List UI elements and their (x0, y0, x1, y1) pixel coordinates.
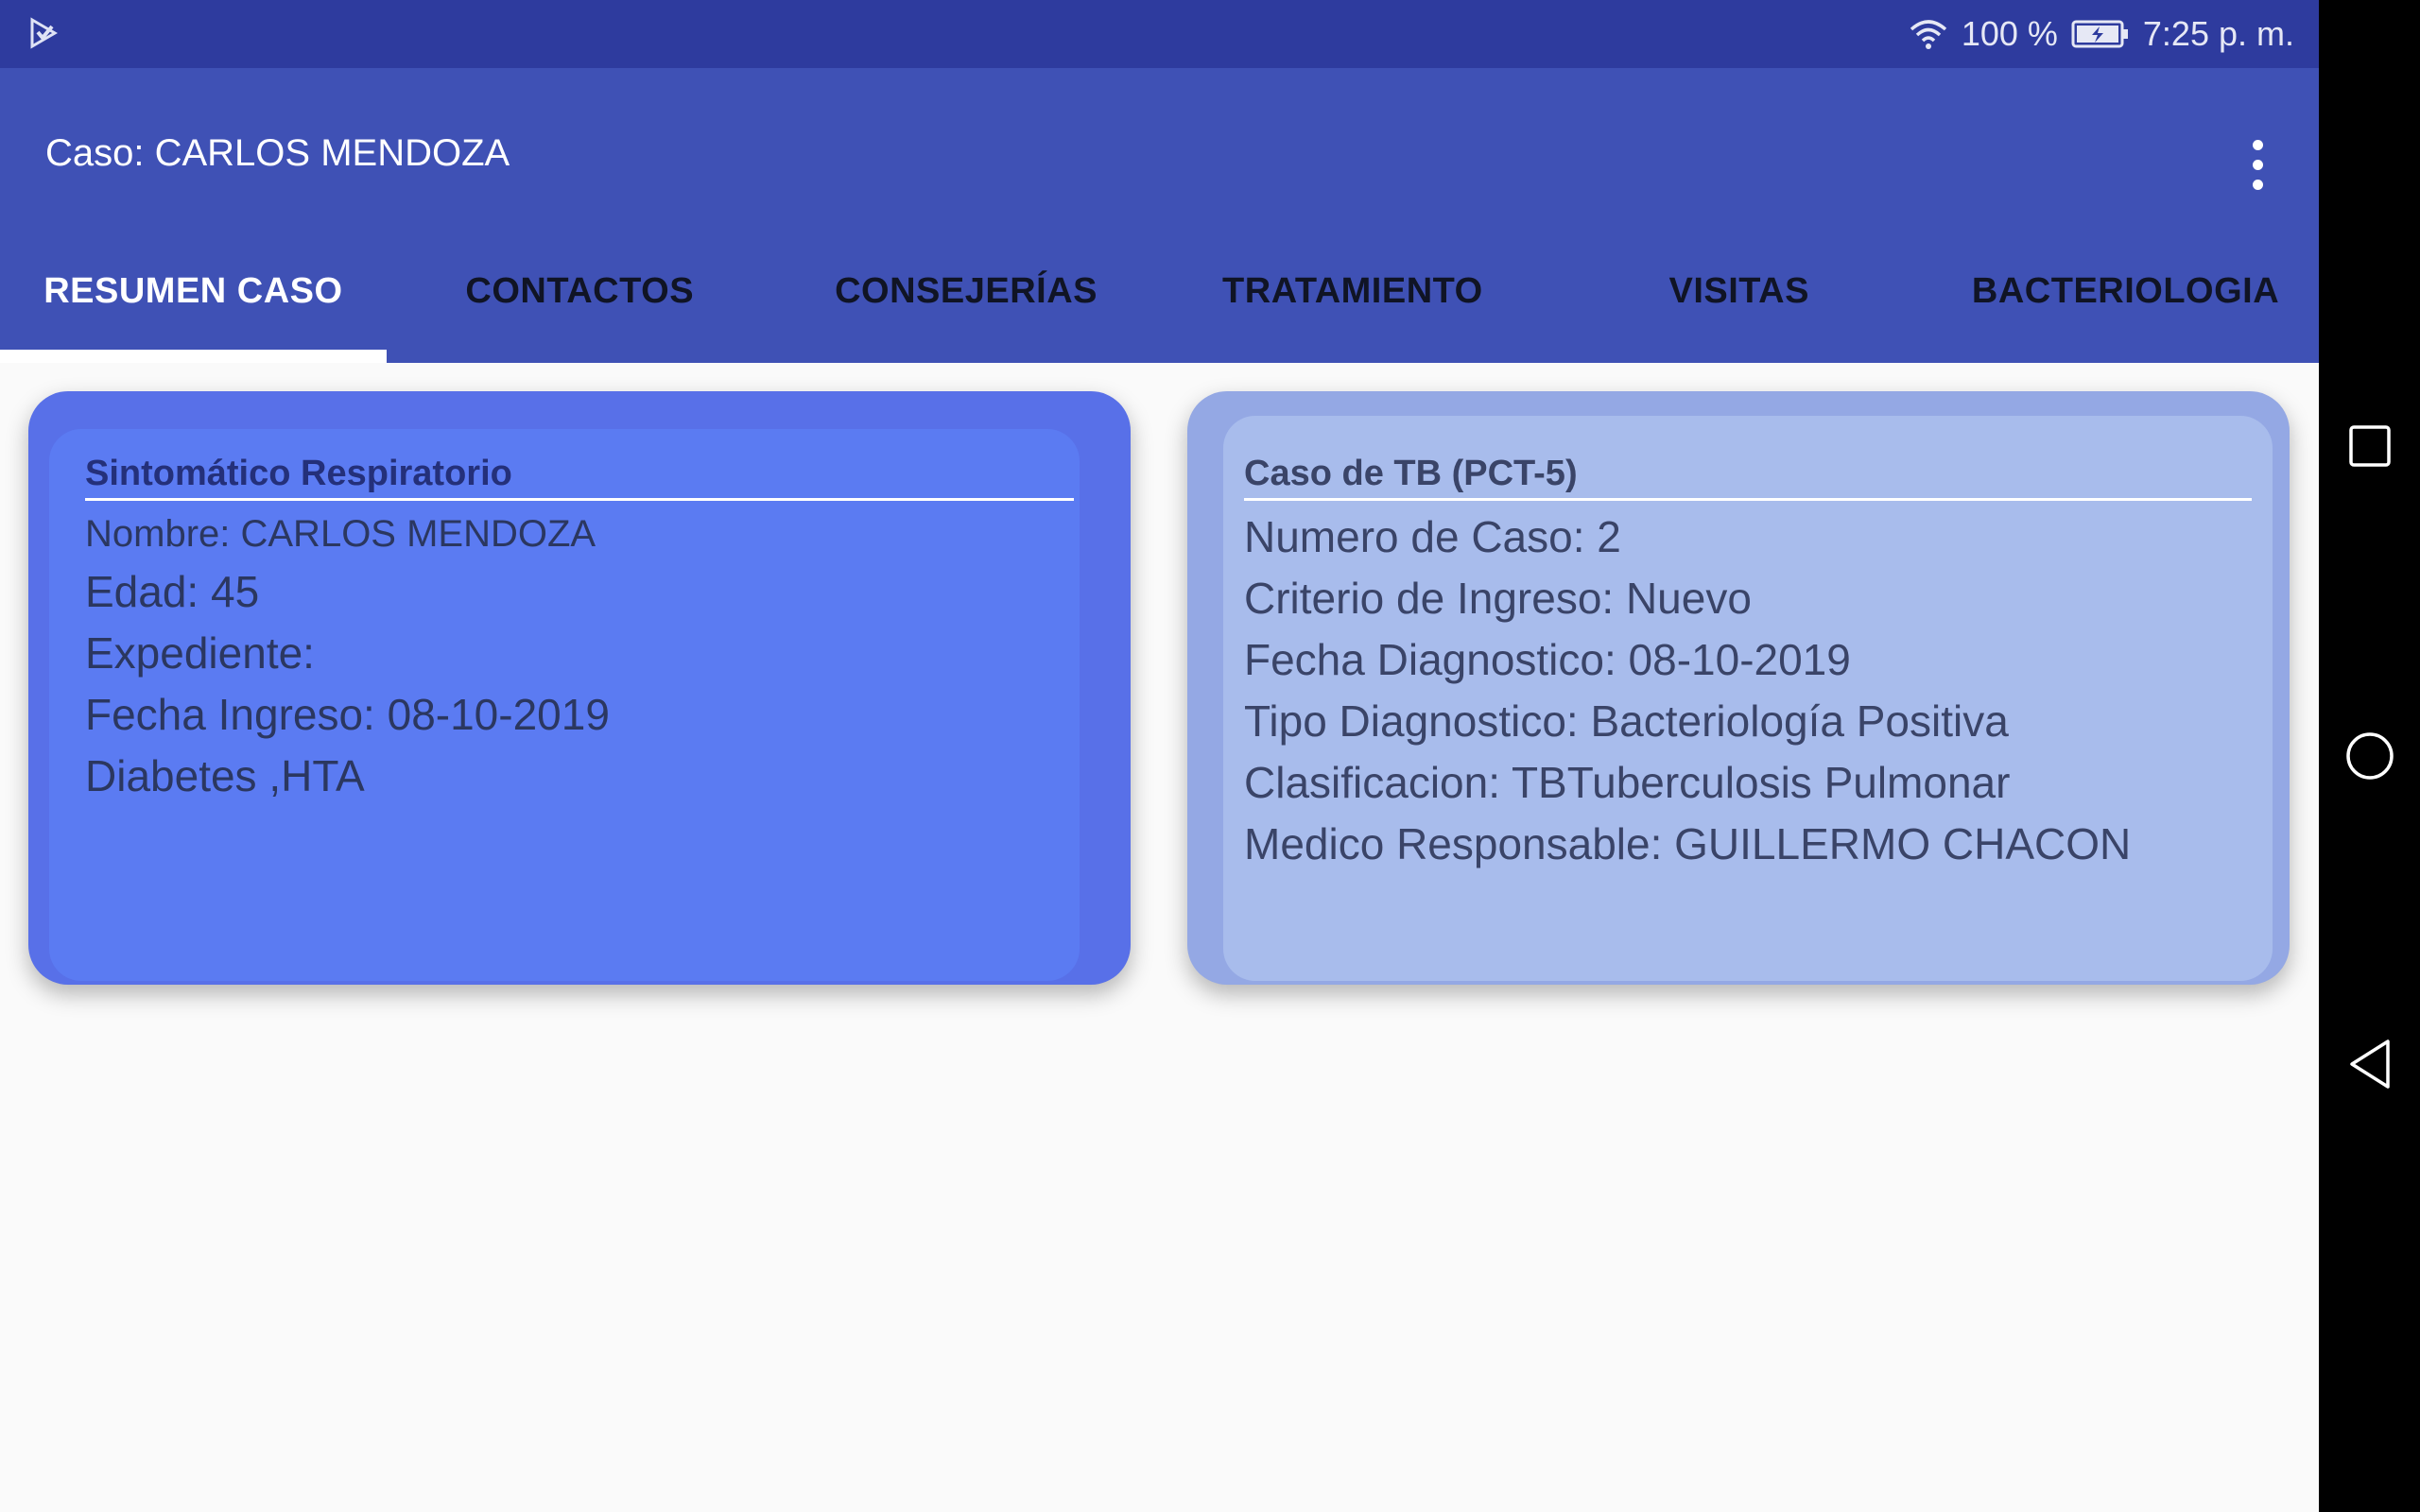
home-button[interactable] (2343, 730, 2396, 782)
tab-resumen-caso[interactable]: RESUMEN CASO (0, 238, 387, 363)
responsible-doctor: Medico Responsable: GUILLERMO CHACON (1244, 819, 2132, 868)
card-sintomatico-respiratorio[interactable]: Sintomático Respiratorio Nombre: CARLOS … (28, 391, 1131, 985)
system-nav-bar (2319, 0, 2420, 1512)
circle-icon (2346, 732, 2394, 780)
card-heading: Caso de TB (PCT-5) (1244, 454, 2252, 501)
page-title: Caso: CARLOS MENDOZA (45, 132, 510, 174)
tab-consejerias[interactable]: CONSEJERÍAS (773, 238, 1160, 363)
square-icon (2349, 425, 2391, 467)
status-indicators: 100 % 7:25 p. m. (1909, 0, 2294, 68)
more-vert-icon-dot (2252, 159, 2263, 170)
admission-criteria: Criterio de Ingreso: Nuevo (1244, 574, 1752, 623)
status-bar: 100 % 7:25 p. m. (0, 0, 2319, 68)
tab-visitas[interactable]: VISITAS (1546, 238, 1932, 363)
wifi-icon (1910, 20, 1946, 49)
card-content: Sintomático Respiratorio Nombre: CARLOS … (85, 454, 1074, 807)
diagnosis-type: Tipo Diagnostico: Bacteriología Positiva (1244, 696, 2009, 746)
tab-bar: RESUMEN CASO CONTACTOS CONSEJERÍAS TRATA… (0, 238, 2319, 363)
play-store-download-icon (30, 17, 58, 49)
back-button[interactable] (2343, 1038, 2396, 1091)
card-heading: Sintomático Respiratorio (85, 454, 1074, 501)
battery-percent: 100 % (1961, 14, 2058, 53)
active-tab-indicator (0, 350, 387, 363)
more-vert-icon (2252, 139, 2263, 150)
card-content: Caso de TB (PCT-5) Numero de Caso: 2 Cri… (1244, 454, 2252, 875)
patient-name: Nombre: CARLOS MENDOZA (85, 513, 596, 555)
more-options-button[interactable] (2231, 130, 2284, 198)
battery-charging-icon (2071, 20, 2128, 48)
tab-contactos[interactable]: CONTACTOS (387, 238, 773, 363)
more-vert-icon-dot (2252, 179, 2263, 190)
app-bar: Caso: CARLOS MENDOZA RESUMEN CASO CONTAC… (0, 68, 2319, 363)
case-number: Numero de Caso: 2 (1244, 512, 1621, 561)
comorbidities: Diabetes ,HTA (85, 751, 365, 800)
card-caso-tb[interactable]: Caso de TB (PCT-5) Numero de Caso: 2 Cri… (1187, 391, 2290, 985)
tab-tratamiento[interactable]: TRATAMIENTO (1159, 238, 1546, 363)
diagnosis-date: Fecha Diagnostico: 08-10-2019 (1244, 635, 1851, 684)
recents-button[interactable] (2343, 420, 2396, 472)
triangle-back-icon (2350, 1040, 2390, 1089)
patient-record: Expediente: (85, 628, 315, 678)
admission-date: Fecha Ingreso: 08-10-2019 (85, 690, 610, 739)
clock: 7:25 p. m. (2142, 14, 2294, 53)
tab-bacteriologia[interactable]: BACTERIOLOGIA (1932, 238, 2319, 363)
patient-age: Edad: 45 (85, 567, 260, 616)
classification: Clasificacion: TBTuberculosis Pulmonar (1244, 758, 2011, 807)
